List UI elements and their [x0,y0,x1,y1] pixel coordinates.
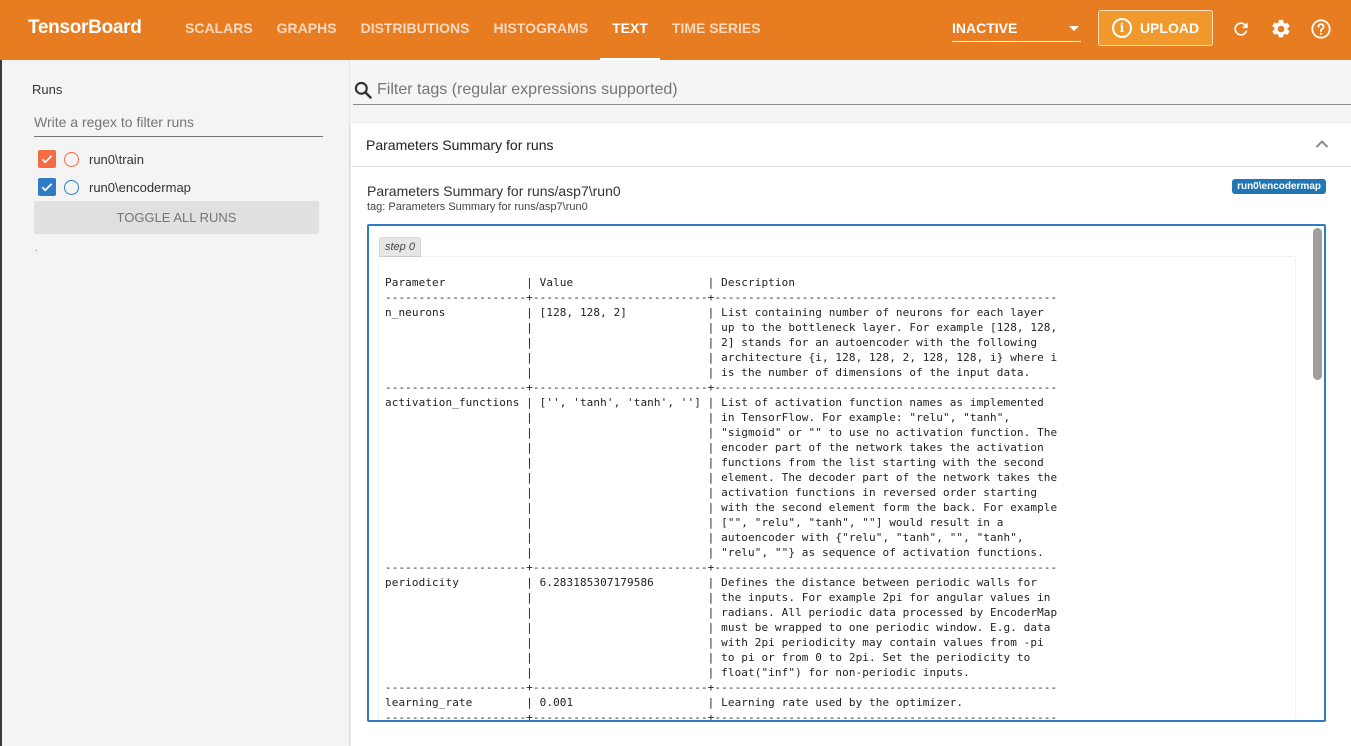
toggle-all-runs-button[interactable]: TOGGLE ALL RUNS [34,201,319,234]
run-checkbox-checked[interactable] [38,150,56,168]
sidebar-footer-text: . [35,243,38,254]
caret-down-icon [1069,26,1079,31]
table-row: | | element. The decoder part of the net… [385,471,1058,484]
run-label: run0\encodermap [89,179,191,195]
table-row: | | up to the bottleneck layer. For exam… [385,321,1058,334]
search-icon [354,81,372,99]
table-row: activation_functions | ['', 'tanh', 'tan… [385,396,1044,409]
table-row: n_neurons | [128, 128, 2] | List contain… [385,306,1044,319]
tab-scalars[interactable]: SCALARS [173,0,265,60]
tag-filter [353,76,1351,105]
table-row: | | with the second element form the bac… [385,501,1058,514]
tab-time-series[interactable]: TIME SERIES [660,0,773,60]
runs-filter-input[interactable] [34,108,323,137]
settings-icon[interactable] [1269,17,1293,41]
tab-distributions[interactable]: DISTRIBUTIONS [349,0,482,60]
table-row: | | float("inf") for non-periodic inputs… [385,666,970,679]
table-row: | | "sigmoid" or "" to use no activation… [385,426,1058,439]
table-row: | | ["", "relu", "tanh", ""] would resul… [385,516,1004,529]
table-row: | | to pi or from 0 to 2pi. Set the peri… [385,651,1031,664]
table-row: | | functions from the list starting wit… [385,456,1044,469]
text-entry-tag: tag: Parameters Summary for runs/asp7\ru… [367,201,588,213]
table-row: | | 2] stands for an autoencoder with th… [385,336,1038,349]
table-row: | | autoencoder with {"relu", "tanh", ""… [385,531,1024,544]
dropdown-value: INACTIVE [952,20,1018,36]
parameters-table: Parameter | Value | Description ---------… [385,275,1058,722]
table-row: | | "relu", ""} as sequence of activatio… [385,546,1044,559]
run-badge: run0\encodermap [1232,179,1326,194]
table-separator: ---------------------+------------------… [385,711,1058,722]
run-checkbox-checked[interactable] [38,178,56,196]
run-label: run0\train [89,151,144,167]
text-entry-title: Parameters Summary for runs/asp7\run0 [367,183,621,199]
text-summary-box: step 0 Parameter | Value | Description --… [367,224,1326,722]
inactive-plugins-dropdown[interactable]: INACTIVE [952,14,1081,42]
run-color-ring-icon[interactable] [64,151,79,167]
card-header[interactable]: Parameters Summary for runs [351,123,1351,167]
upload-button[interactable]: i UPLOAD [1098,10,1213,46]
table-row: | | activation functions in reversed ord… [385,486,1038,499]
table-row: | | architecture {i, 128, 128, 2, 128, 1… [385,351,1058,364]
tab-text[interactable]: TEXT [600,0,660,60]
upload-label: UPLOAD [1139,20,1200,36]
runs-title: Runs [32,82,63,97]
tag-filter-input[interactable] [377,81,1277,99]
table-row: | | must be wrapped to one periodic wind… [385,621,1051,634]
table-row: | | the inputs. For example 2pi for angu… [385,591,1051,604]
table-header-row: Parameter | Value | Description [385,276,796,289]
table-row: | | with 2pi periodicity may contain val… [385,636,1044,649]
table-row: | | encoder part of the network takes th… [385,441,1044,454]
table-separator: ---------------------+------------------… [385,681,1058,694]
tab-histograms[interactable]: HISTOGRAMS [481,0,600,60]
run-item-encodermap[interactable]: run0\encodermap [38,177,191,197]
plugin-tabs: SCALARS GRAPHS DISTRIBUTIONS HISTOGRAMS … [173,0,773,60]
help-icon[interactable] [1309,17,1333,41]
scrollbar-thumb[interactable] [1313,228,1322,380]
table-row: | | radians. All periodic data processed… [385,606,1058,619]
tag-group-card: Parameters Summary for runs Parameters S… [351,123,1351,746]
chevron-up-icon[interactable] [1315,139,1329,149]
top-app-bar: TensorBoard SCALARS GRAPHS DISTRIBUTIONS… [0,0,1351,60]
table-separator: ---------------------+------------------… [385,561,1058,574]
table-row: periodicity | 6.283185307179586 | Define… [385,576,1038,589]
tab-graphs[interactable]: GRAPHS [265,0,349,60]
table-row: | | is the number of dimensions of the i… [385,366,1031,379]
table-row: | | in TensorFlow. For example: "relu", … [385,411,1011,424]
step-label: step 0 [379,237,421,257]
table-row: learning_rate | 0.001 | Learning rate us… [385,696,964,709]
check-icon [41,155,53,164]
main-content: Parameters Summary for runs Parameters S… [351,60,1351,746]
info-icon: i [1111,18,1132,38]
run-color-ring-icon[interactable] [64,179,79,195]
card-title: Parameters Summary for runs [366,137,554,153]
runs-sidebar: Runs run0\train run0\encodermap TOGGLE A… [0,60,350,746]
app-title: TensorBoard [28,17,142,38]
table-separator: ---------------------+------------------… [385,291,1058,304]
run-item-train[interactable]: run0\train [38,149,144,169]
text-content-panel: Parameter | Value | Description ---------… [379,257,1295,722]
refresh-icon[interactable] [1229,17,1253,41]
check-icon [41,183,53,192]
table-separator: ---------------------+------------------… [385,381,1058,394]
